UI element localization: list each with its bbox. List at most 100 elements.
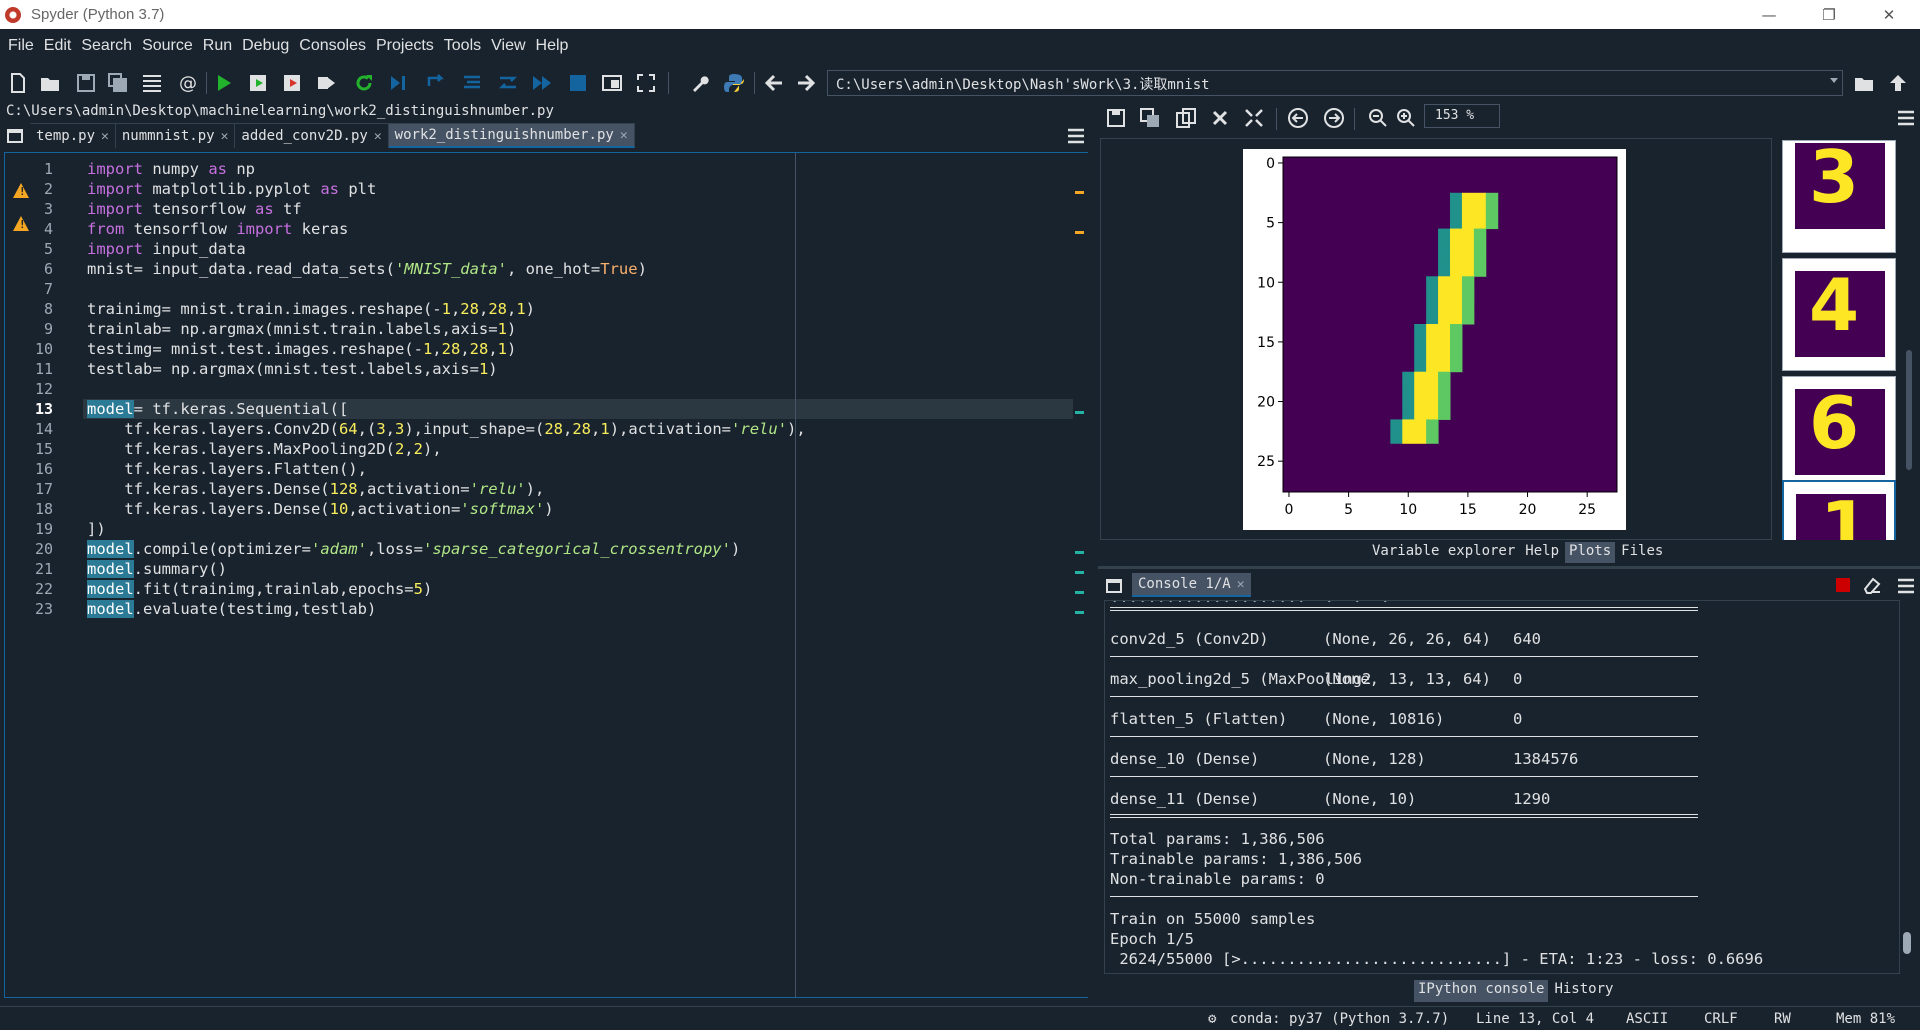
tab-help[interactable]: Help	[1521, 542, 1564, 563]
zoom-level-field[interactable]: 153 %	[1424, 104, 1500, 128]
code-line-22[interactable]: model.fit(trainimg,trainlab,epochs=5)	[87, 579, 432, 599]
code-line-9[interactable]: trainlab= np.argmax(mnist.train.labels,a…	[87, 319, 516, 339]
menu-consoles[interactable]: Consoles	[294, 37, 371, 55]
stop-debug-icon[interactable]	[566, 71, 590, 95]
remove-all-plots-icon[interactable]	[1242, 106, 1266, 130]
code-line-5[interactable]: import input_data	[87, 239, 246, 259]
tab-added-conv2d[interactable]: added_conv2D.py ✕	[235, 123, 389, 148]
code-line-3[interactable]: import tensorflow as tf	[87, 199, 302, 219]
minimize-icon[interactable]: —	[1740, 0, 1798, 29]
zoom-in-icon[interactable]	[1394, 106, 1418, 130]
ipython-console-output[interactable]: ..................... . . . conv2d_5 (Co…	[1104, 600, 1900, 974]
browse-consoles-icon[interactable]	[1106, 578, 1122, 597]
forward-arrow-icon[interactable]	[794, 71, 818, 95]
warning-flag[interactable]	[1075, 191, 1084, 194]
zoom-out-icon[interactable]	[1366, 106, 1390, 130]
save-icon[interactable]	[74, 71, 98, 95]
console-scrollbar[interactable]	[1900, 600, 1914, 974]
python-path-icon[interactable]	[722, 71, 746, 95]
menu-edit[interactable]: Edit	[39, 37, 77, 55]
continue-icon[interactable]	[530, 71, 554, 95]
mnist-figure[interactable]: 0 5 10 15 20 25 0 5 10 15 20 25	[1243, 149, 1626, 530]
code-line-21[interactable]: model.summary()	[87, 559, 227, 579]
code-line-17[interactable]: tf.keras.layers.Dense(128,activation='re…	[87, 479, 544, 499]
step-icon[interactable]	[424, 71, 448, 95]
code-line-14[interactable]: tf.keras.layers.Conv2D(64,(3,3),input_sh…	[87, 419, 805, 439]
tab-files[interactable]: Files	[1617, 542, 1668, 563]
menu-view[interactable]: View	[486, 37, 530, 55]
new-file-icon[interactable]	[6, 71, 30, 95]
code-line-1[interactable]: import numpy as np	[87, 159, 255, 179]
editor-options-menu-icon[interactable]	[1066, 126, 1086, 146]
menu-source[interactable]: Source	[137, 37, 198, 55]
thumbnails-scrollbar[interactable]	[1904, 140, 1914, 536]
maximize-pane-icon[interactable]	[600, 71, 624, 95]
plot-thumbnail[interactable]: 4	[1782, 258, 1896, 371]
menu-file[interactable]: File	[3, 37, 39, 55]
menu-search[interactable]: Search	[76, 37, 137, 55]
code-line-19[interactable]: ])	[87, 519, 106, 539]
open-file-icon[interactable]	[38, 71, 62, 95]
working-directory-combo[interactable]: C:\Users\admin\Desktop\Nash'sWork\3.读取mn…	[827, 70, 1843, 96]
code-line-8[interactable]: trainimg= mnist.train.images.reshape(-1,…	[87, 299, 535, 319]
code-line-4[interactable]: from tensorflow import keras	[87, 219, 348, 239]
chevron-down-icon[interactable]	[1830, 78, 1838, 83]
browse-tabs-icon[interactable]	[0, 123, 30, 149]
occurrence-flag[interactable]	[1075, 591, 1084, 594]
parent-directory-icon[interactable]	[1886, 71, 1910, 95]
menu-debug[interactable]: Debug	[237, 37, 294, 55]
run-selection-icon[interactable]	[314, 71, 338, 95]
stop-kernel-icon[interactable]	[1836, 578, 1850, 592]
rerun-icon[interactable]	[352, 71, 376, 95]
code-line-15[interactable]: tf.keras.layers.MaxPooling2D(2,2),	[87, 439, 441, 459]
tab-history[interactable]: History	[1550, 980, 1618, 1002]
plot-thumbnail[interactable]: 6	[1782, 376, 1896, 489]
run-cell-advance-icon[interactable]	[280, 71, 304, 95]
menu-tools[interactable]: Tools	[439, 37, 486, 55]
occurrence-flag[interactable]	[1075, 411, 1084, 414]
occurrence-flag[interactable]	[1075, 551, 1084, 554]
plot-thumbnail[interactable]: 3	[1782, 138, 1896, 253]
previous-plot-icon[interactable]	[1286, 106, 1310, 130]
menu-help[interactable]: Help	[531, 37, 574, 55]
code-line-6[interactable]: mnist= input_data.read_data_sets('MNIST_…	[87, 259, 647, 279]
copy-plot-icon[interactable]	[1174, 106, 1198, 130]
eraser-icon[interactable]	[1862, 576, 1882, 594]
menu-projects[interactable]: Projects	[371, 37, 439, 55]
code-line-23[interactable]: model.evaluate(testimg,testlab)	[87, 599, 376, 619]
plot-thumbnail-selected[interactable]: 1	[1782, 480, 1896, 540]
close-icon[interactable]: ✕	[1860, 0, 1918, 29]
run-cell-icon[interactable]	[246, 71, 270, 95]
menu-run[interactable]: Run	[198, 37, 237, 55]
code-line-18[interactable]: tf.keras.layers.Dense(10,activation='sof…	[87, 499, 553, 519]
debug-icon[interactable]	[386, 71, 410, 95]
plots-options-menu-icon[interactable]	[1896, 108, 1916, 128]
warning-flag[interactable]	[1075, 231, 1084, 234]
code-line-2[interactable]: import matplotlib.pyplot as plt	[87, 179, 376, 199]
save-all-icon[interactable]	[106, 71, 130, 95]
code-line-11[interactable]: testlab= np.argmax(mnist.test.labels,axi…	[87, 359, 498, 379]
occurrence-flag[interactable]	[1075, 571, 1084, 574]
run-icon[interactable]	[212, 71, 236, 95]
tab-console-1a[interactable]: Console 1/A ✕	[1132, 573, 1251, 597]
code-line-10[interactable]: testimg= mnist.test.images.reshape(-1,28…	[87, 339, 516, 359]
tab-nummnist[interactable]: nummnist.py ✕	[115, 123, 236, 148]
fullscreen-icon[interactable]	[634, 71, 658, 95]
code-line-13[interactable]: model= tf.keras.Sequential([	[87, 399, 348, 419]
at-icon[interactable]: @	[176, 71, 200, 95]
save-all-plots-icon[interactable]	[1138, 106, 1162, 130]
back-arrow-icon[interactable]	[762, 71, 786, 95]
restore-icon[interactable]: ❐	[1800, 0, 1858, 29]
next-plot-icon[interactable]	[1322, 106, 1346, 130]
code-line-16[interactable]: tf.keras.layers.Flatten(),	[87, 459, 367, 479]
save-plot-icon[interactable]	[1104, 106, 1128, 130]
step-return-icon[interactable]	[496, 71, 520, 95]
close-tab-icon[interactable]: ✕	[221, 129, 229, 144]
close-tab-icon[interactable]: ✕	[1237, 577, 1245, 592]
browse-folder-icon[interactable]	[1852, 71, 1876, 95]
conda-env-status[interactable]: conda: py37 (Python 3.7.7)	[1230, 1011, 1449, 1027]
tab-plots[interactable]: Plots	[1565, 542, 1616, 563]
code-editor[interactable]: 1 import numpy as np 2 import matplotlib.p…	[4, 152, 1088, 998]
close-tab-icon[interactable]: ✕	[620, 128, 628, 143]
occurrence-flag[interactable]	[1075, 611, 1084, 614]
